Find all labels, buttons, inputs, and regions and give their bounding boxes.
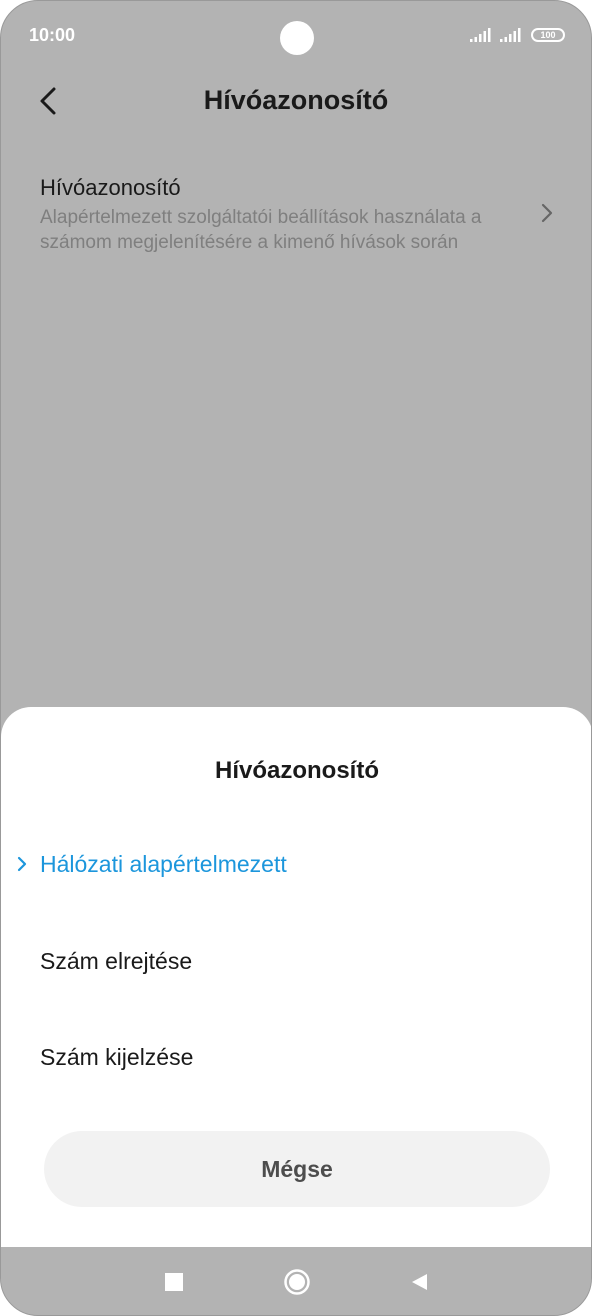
- navigation-bar: [1, 1247, 591, 1315]
- cancel-button[interactable]: Mégse: [44, 1131, 550, 1207]
- status-time: 10:00: [29, 25, 76, 45]
- recent-apps-icon[interactable]: [165, 1273, 183, 1291]
- signal-icon: [470, 28, 491, 42]
- option-label: Szám elrejtése: [40, 948, 193, 974]
- caller-id-setting-row[interactable]: Hívóazonosító Alapértelmezett szolgáltat…: [1, 161, 591, 271]
- status-bar: 10:00 100: [1, 1, 591, 71]
- option-network-default[interactable]: Hálózati alapértelmezett: [1, 827, 591, 899]
- signal-icon: [500, 28, 521, 42]
- caller-id-dialog: Hívóazonosító Hálózati alapértelmezett S…: [1, 707, 591, 1247]
- home-icon[interactable]: [283, 1268, 311, 1296]
- chevron-right-icon: [541, 203, 553, 223]
- battery-icon: 100: [531, 28, 565, 42]
- setting-description: Alapértelmezett szolgáltatói beállítások…: [40, 207, 482, 253]
- back-icon[interactable]: [409, 1272, 429, 1292]
- selected-chevron-icon: [17, 856, 27, 872]
- front-camera-cutout: [280, 21, 314, 55]
- setting-title: Hívóazonosító: [40, 175, 181, 200]
- battery-level: 100: [540, 30, 556, 40]
- page-title: Hívóazonosító: [203, 85, 389, 115]
- phone-screen: 10:00 100 Hívóazonosító Hívóazonosító Al…: [0, 0, 592, 1316]
- option-show-number[interactable]: Szám kijelzése: [1, 1020, 591, 1092]
- option-label: Hálózati alapértelmezett: [40, 851, 287, 877]
- dialog-title: Hívóazonosító: [214, 757, 379, 784]
- option-hide-number[interactable]: Szám elrejtése: [1, 924, 591, 996]
- option-label: Szám kijelzése: [40, 1044, 194, 1070]
